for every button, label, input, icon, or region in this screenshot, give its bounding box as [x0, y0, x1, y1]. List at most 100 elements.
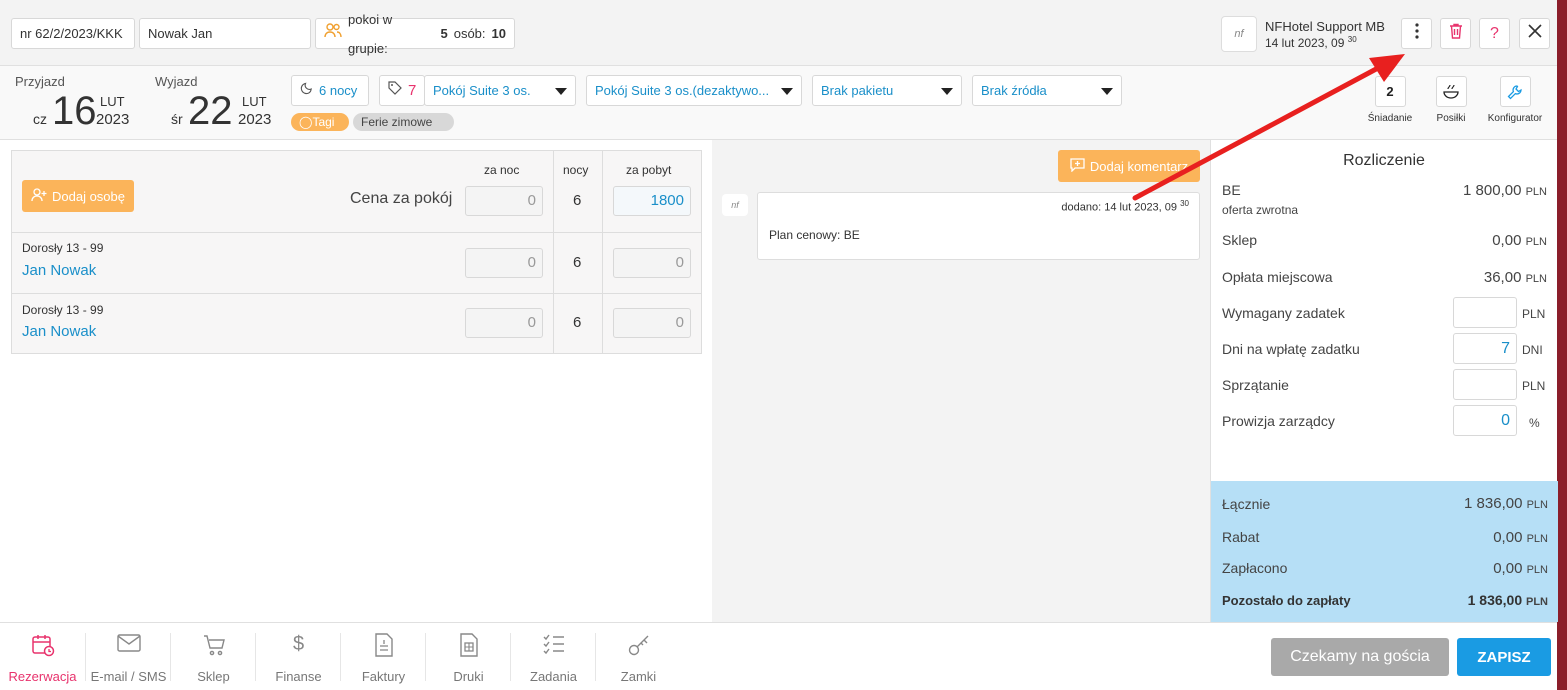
room-price-night-input[interactable]: 0: [465, 186, 543, 216]
deposit-unit: PLN: [1522, 307, 1546, 321]
nav-reservation[interactable]: Rezerwacja: [0, 633, 85, 684]
room-nights: 6: [573, 192, 582, 209]
meals-tool[interactable]: Posiłki: [1428, 76, 1474, 124]
breakfast-label: Śniadanie: [1367, 113, 1413, 124]
package-select[interactable]: Brak pakietu: [812, 75, 962, 106]
room-standard-value: Pokój Suite 3 os.(dezaktywo...: [595, 83, 770, 98]
nav-locks[interactable]: Zamki: [596, 633, 681, 684]
guest-name-link[interactable]: Jan Nowak: [22, 262, 96, 279]
checklist-icon: [511, 633, 596, 659]
key-icon: [596, 633, 681, 659]
nights-label: 6 nocy: [319, 83, 358, 98]
add-comment-button[interactable]: Dodaj komentarz: [1058, 150, 1200, 182]
meal-bowl-icon: [1435, 76, 1467, 107]
nav-reservation-label: Rezerwacja: [8, 669, 77, 684]
delete-button[interactable]: [1440, 18, 1471, 49]
nav-locks-label: Zamki: [620, 669, 657, 684]
dollar-icon: $: [292, 633, 305, 655]
add-person-button[interactable]: Dodaj osobę: [22, 180, 134, 212]
be-sub-label: oferta zwrotna: [1222, 203, 1299, 217]
guest-price-stay-input[interactable]: 0: [613, 308, 691, 338]
guest-name-field[interactable]: Nowak Jan: [139, 18, 311, 49]
chevron-down-icon: [941, 88, 953, 95]
question-icon: ?: [1490, 24, 1499, 42]
chevron-down-icon: [781, 88, 793, 95]
calendar-clock-icon: [0, 633, 85, 659]
user-name: NFHotel Support MB: [1265, 19, 1385, 34]
more-menu-button[interactable]: [1401, 18, 1432, 49]
guests-pricing-panel: Dodaj osobę za noc nocy za pobyt Cena za…: [11, 150, 702, 354]
group-persons-label: osób:: [453, 26, 486, 41]
be-value: 1 800,00 PLN: [1463, 182, 1547, 199]
nav-tasks[interactable]: Zadania: [511, 633, 596, 684]
moon-icon: [300, 76, 313, 105]
waiting-for-guest-button[interactable]: Czekamy na gościa: [1271, 638, 1449, 676]
cart-icon: [171, 633, 256, 659]
room-number: 7: [408, 82, 417, 99]
nav-finance-label: Finanse: [275, 669, 322, 684]
group-persons-count: 10: [491, 26, 506, 41]
invoice-icon: [341, 633, 426, 659]
nav-invoices-label: Faktury: [361, 669, 406, 684]
guest-price-night-input[interactable]: 0: [465, 308, 543, 338]
remaining-value: 1 836,00 PLN: [1467, 592, 1548, 608]
departure-month: LUT: [242, 94, 267, 109]
reservation-number[interactable]: nr 62/2/2023/KKK: [11, 18, 135, 49]
col-nights: nocy: [563, 163, 589, 177]
room-price-row: Dodaj osobę za noc nocy za pobyt Cena za…: [12, 151, 701, 233]
close-button[interactable]: [1519, 18, 1550, 49]
guest-row: Dorosły 13 - 99 Jan Nowak 0 6 0: [12, 294, 701, 353]
print-doc-icon: [426, 633, 511, 659]
nav-prints[interactable]: Druki: [426, 633, 511, 684]
deposit-input[interactable]: [1453, 297, 1517, 328]
discount-value: 0,00 PLN: [1493, 529, 1548, 546]
group-rooms-count: 5: [440, 26, 448, 41]
col-per-stay: za pobyt: [626, 163, 672, 177]
room-number-button[interactable]: 7: [379, 75, 425, 106]
arrival-label: Przyjazd: [15, 74, 65, 89]
stay-details-row: Przyjazd cz 16 LUT 2023 Wyjazd śr 22 LUT…: [0, 66, 1557, 140]
nav-finance[interactable]: $ Finanse: [256, 633, 341, 684]
commission-input[interactable]: 0: [1453, 405, 1517, 436]
arrival-day-number[interactable]: 16: [52, 91, 97, 131]
breakfast-tool[interactable]: 2 Śniadanie: [1363, 76, 1417, 124]
user-block: nf NFHotel Support MB 14 lut 2023, 09 30: [1221, 16, 1385, 52]
tag-icon: [388, 76, 402, 105]
room-price-stay-input[interactable]: 1800: [613, 186, 691, 216]
guest-price-night-input[interactable]: 0: [465, 248, 543, 278]
kebab-icon: [1414, 23, 1419, 44]
room-standard-select[interactable]: Pokój Suite 3 os.(dezaktywo...: [586, 75, 802, 106]
nights-button[interactable]: 6 nocy: [291, 75, 369, 106]
deposit-days-unit: DNI: [1522, 343, 1543, 357]
cleaning-input[interactable]: [1453, 369, 1517, 400]
room-type-value: Pokój Suite 3 os.: [433, 83, 531, 98]
totals-summary: Łącznie 1 836,00 PLN Rabat 0,00 PLN Zapł…: [1211, 481, 1558, 622]
guest-name-link[interactable]: Jan Nowak: [22, 323, 96, 340]
help-button[interactable]: ?: [1479, 18, 1510, 49]
deposit-days-input[interactable]: 7: [1453, 333, 1517, 364]
comment-plus-icon: [1070, 157, 1085, 175]
guest-price-stay-input[interactable]: 0: [613, 248, 691, 278]
background-app-edge: [1557, 0, 1567, 690]
source-select[interactable]: Brak źródła: [972, 75, 1122, 106]
reservation-modal: nr 62/2/2023/KKK Nowak Jan pokoi w grupi…: [0, 0, 1558, 690]
total-value: 1 836,00 PLN: [1464, 495, 1548, 512]
comment-card: dodano: 14 lut 2023, 09 30 Plan cenowy: …: [757, 192, 1200, 260]
tags-button[interactable]: ◯Tagi: [291, 113, 349, 131]
save-button[interactable]: ZAPISZ: [1457, 638, 1551, 676]
group-info-button[interactable]: pokoi w grupie: 5 osób: 10: [315, 12, 515, 56]
settlement-title: Rozliczenie: [1343, 152, 1425, 169]
nav-invoices[interactable]: Faktury: [341, 633, 426, 684]
nav-email-label: E-mail / SMS: [90, 669, 167, 684]
close-icon: [1527, 24, 1542, 43]
cleaning-unit: PLN: [1522, 379, 1546, 393]
departure-day-number[interactable]: 22: [188, 91, 233, 131]
nav-shop[interactable]: Sklep: [171, 633, 256, 684]
add-person-label: Dodaj osobę: [52, 188, 125, 204]
configurator-tool[interactable]: Konfigurator: [1480, 76, 1550, 124]
room-type-select[interactable]: Pokój Suite 3 os.: [424, 75, 576, 106]
nav-email-sms[interactable]: E-mail / SMS: [86, 633, 171, 684]
bottom-toolbar: Rezerwacja E-mail / SMS Sklep $ Finanse …: [0, 622, 1557, 690]
tag-ferie-zimowe[interactable]: Ferie zimowe: [353, 113, 454, 131]
chevron-down-icon: [555, 88, 567, 95]
